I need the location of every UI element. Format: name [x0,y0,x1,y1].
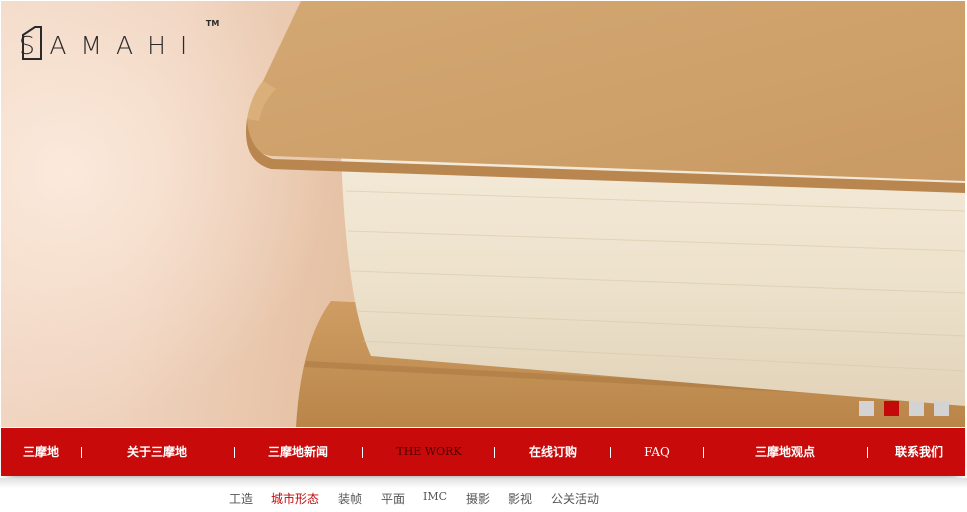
nav-separator [494,447,495,458]
sub-nav-item-binding[interactable]: 装帧 [338,490,362,507]
nav-separator [610,447,611,458]
nav-separator [362,447,363,458]
sub-nav-item-craft[interactable]: 工造 [229,490,253,507]
sub-nav-item-pr-events[interactable]: 公关活动 [551,490,599,507]
slider-dot-2[interactable] [884,401,899,416]
nav-item-the-work[interactable]: THE WORK [396,428,461,476]
sub-nav-item-graphic[interactable]: 平面 [381,490,405,507]
nav-separator [703,447,704,458]
nav-item-home[interactable]: 三摩地 [23,428,59,476]
hero-banner: SAMA HI TM [1,1,965,427]
sub-nav-item-imc[interactable]: IMC [423,490,447,503]
nav-item-contact[interactable]: 联系我们 [895,428,943,476]
nav-item-news[interactable]: 三摩地新闻 [268,428,328,476]
sub-nav-item-photography[interactable]: 摄影 [466,490,490,507]
sub-nav: 工造 城市形态 装帧 平面 IMC 摄影 影视 公关活动 [0,478,967,512]
book-cover [246,1,965,181]
nav-item-about[interactable]: 关于三摩地 [127,428,187,476]
samadhi-logo[interactable]: SAMA HI TM [19,19,219,65]
nav-separator [234,447,235,458]
main-nav: 三摩地 关于三摩地 三摩地新闻 THE WORK 在线订购 FAQ 三摩地观点 … [1,428,965,476]
slider-dot-4[interactable] [934,401,949,416]
nav-separator [81,447,82,458]
logo-text-right: HI [147,30,202,60]
nav-item-viewpoints[interactable]: 三摩地观点 [755,428,815,476]
slider-dot-1[interactable] [859,401,874,416]
slider-dot-3[interactable] [909,401,924,416]
sub-nav-item-urban-form[interactable]: 城市形态 [271,490,319,507]
logo-mark-icon [22,26,42,60]
nav-item-faq[interactable]: FAQ [644,428,670,476]
trademark-symbol: TM [205,19,220,28]
nav-separator [867,447,868,458]
sub-nav-item-film[interactable]: 影视 [508,490,532,507]
nav-item-order-online[interactable]: 在线订购 [529,428,577,476]
slider-dots [859,401,949,416]
